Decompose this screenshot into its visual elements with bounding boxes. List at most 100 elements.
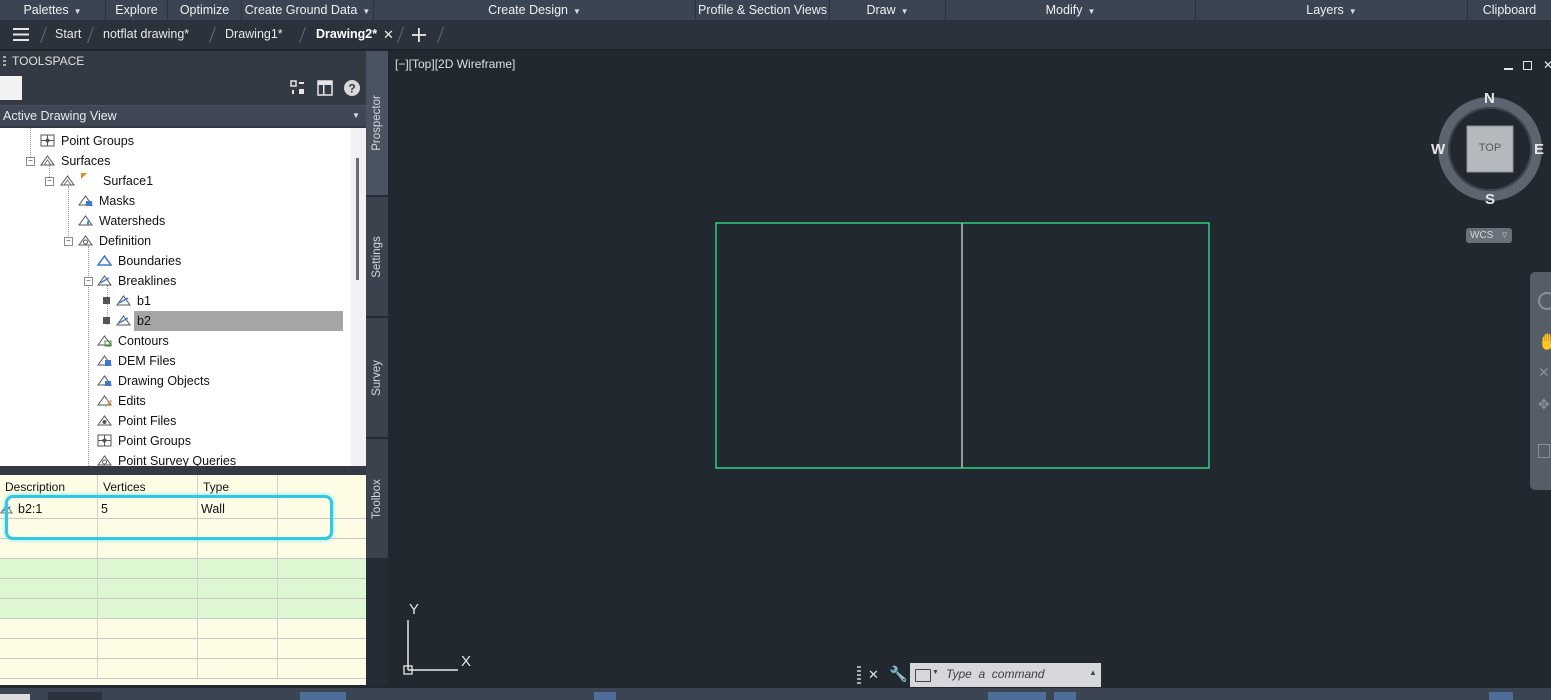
side-tab-label: Settings — [371, 235, 383, 278]
table-row[interactable] — [0, 659, 366, 679]
ribbon-modify-panel[interactable]: Modify ▼ — [946, 0, 1196, 20]
layout-tab[interactable] — [48, 692, 102, 700]
table-row[interactable] — [0, 559, 366, 579]
tab-drawing2[interactable]: Drawing2* — [316, 20, 377, 49]
showmotion-icon[interactable] — [1538, 444, 1550, 458]
pan-icon[interactable]: ✋ — [1538, 332, 1551, 352]
surface-icon — [40, 155, 55, 166]
point-files-icon — [97, 415, 112, 426]
side-tab-label: Prospector — [371, 95, 383, 151]
tree-item-label: Point Files — [118, 414, 177, 428]
tree-item-point-files[interactable]: Point Files — [97, 411, 176, 431]
item-view-icon[interactable] — [290, 80, 306, 96]
column-header-vertices[interactable]: Vertices — [98, 475, 198, 496]
side-tab-prospector[interactable]: Prospector — [366, 51, 388, 197]
command-line-close-icon[interactable]: ✕ — [868, 667, 879, 683]
tree-item-point-survey-queries[interactable]: Point Survey Queries — [97, 451, 236, 466]
table-row[interactable] — [0, 539, 366, 559]
tree-item-contours[interactable]: Contours — [97, 331, 169, 351]
toolspace-toggle-button[interactable] — [0, 76, 22, 100]
tree-item-b1[interactable]: b1 — [103, 291, 151, 311]
table-row[interactable] — [0, 579, 366, 599]
ribbon-palettes-panel[interactable]: Palettes ▼ — [0, 0, 106, 20]
status-toggle[interactable] — [1489, 692, 1513, 700]
application-menu-button[interactable] — [12, 20, 30, 49]
toolspace-title-bar[interactable]: TOOLSPACE — [0, 51, 366, 72]
view-selector-dropdown[interactable]: Active Drawing View ▼ — [0, 105, 366, 126]
tab-separator — [437, 27, 444, 43]
side-tab-survey[interactable]: Survey — [366, 318, 388, 439]
list-view-icon[interactable] — [317, 80, 333, 96]
customize-wrench-icon[interactable]: 🔧 — [889, 665, 908, 683]
ribbon-draw-panel[interactable]: Draw ▼ — [830, 0, 946, 20]
compass-east-label[interactable]: E — [1534, 141, 1544, 158]
navigation-bar[interactable]: ✋ ✕ ✥ — [1530, 272, 1551, 490]
tree-item-dem-files[interactable]: DEM Files — [97, 351, 176, 371]
ribbon-explore-panel[interactable]: Explore — [106, 0, 168, 20]
ribbon-create-design-panel[interactable]: Create Design ▼ — [374, 0, 696, 20]
tree-item-point-groups-def[interactable]: Point Groups — [97, 431, 191, 451]
column-header-empty[interactable] — [278, 475, 366, 496]
collapse-icon[interactable]: − — [45, 177, 54, 186]
ribbon-profile-section-views-panel[interactable]: Profile & Section Views — [696, 0, 830, 20]
side-tab-settings[interactable]: Settings — [366, 197, 388, 318]
compass-south-label[interactable]: S — [1485, 191, 1495, 208]
tree-item-drawing-objects[interactable]: Drawing Objects — [97, 371, 210, 391]
tree-item-watersheds[interactable]: Watersheds — [78, 211, 165, 231]
collapse-icon[interactable]: − — [26, 157, 35, 166]
cell-empty — [198, 579, 278, 599]
help-icon[interactable]: ? — [343, 79, 361, 97]
ribbon-create-ground-data-panel[interactable]: Create Ground Data ▼ — [242, 0, 374, 20]
command-input-field[interactable]: ▼ Type a command ▲ — [910, 663, 1101, 687]
column-header-type[interactable]: Type — [198, 475, 278, 496]
tab-drawing1[interactable]: Drawing1* — [225, 20, 283, 49]
tree-scrollbar-thumb[interactable] — [356, 158, 359, 280]
table-row[interactable] — [0, 639, 366, 659]
tree-item-breaklines[interactable]: Breaklines — [97, 271, 176, 291]
orbit-icon[interactable]: ✥ — [1538, 396, 1550, 413]
command-prompt-icon[interactable] — [915, 669, 931, 682]
tab-notflat-drawing[interactable]: notflat drawing* — [103, 20, 189, 49]
status-toggle[interactable] — [988, 692, 1046, 700]
tree-item-masks[interactable]: Masks — [78, 191, 135, 211]
tree-item-edits[interactable]: Edits — [97, 391, 146, 411]
collapse-icon[interactable]: − — [84, 277, 93, 286]
svg-text:?: ? — [348, 82, 355, 96]
status-toggle[interactable] — [300, 692, 346, 700]
tree-item-boundaries[interactable]: Boundaries — [97, 251, 181, 271]
column-header-description[interactable]: Description — [0, 475, 98, 496]
table-row[interactable] — [0, 619, 366, 639]
table-row[interactable] — [0, 599, 366, 619]
cell-empty — [198, 539, 278, 559]
viewcube-top-face[interactable]: TOP — [1467, 142, 1513, 154]
tree-item-definition[interactable]: Definition — [78, 231, 151, 251]
tree-item-point-groups[interactable]: Point Groups — [40, 131, 134, 151]
collapse-icon[interactable]: − — [64, 237, 73, 246]
tree-item-b2-selected[interactable]: b2 — [103, 311, 347, 331]
tree-scrollbar[interactable] — [351, 128, 366, 466]
status-toggle[interactable] — [1054, 692, 1076, 700]
compass-north-label[interactable]: N — [1484, 90, 1495, 107]
command-history-arrow-icon[interactable]: ▲ — [1089, 668, 1097, 677]
model-tab[interactable] — [0, 694, 30, 700]
wcs-menu-button[interactable]: WCS ▽ — [1466, 228, 1512, 243]
tree-item-label: Point Groups — [61, 134, 134, 148]
command-line-grip-icon[interactable] — [857, 666, 861, 684]
tree-item-surfaces[interactable]: Surfaces — [40, 151, 110, 171]
side-tab-toolbox[interactable]: Toolbox — [366, 439, 388, 560]
full-navigation-wheel-icon[interactable] — [1538, 292, 1551, 310]
zoom-extents-icon[interactable]: ✕ — [1538, 364, 1550, 381]
compass-west-label[interactable]: W — [1431, 141, 1445, 158]
panel-splitter[interactable] — [0, 466, 366, 474]
ribbon-clipboard-panel[interactable]: Clipboard — [1468, 0, 1551, 20]
ribbon-layers-panel[interactable]: Layers ▼ — [1196, 0, 1468, 20]
tab-start[interactable]: Start — [55, 20, 81, 49]
drawing-objects-icon — [97, 375, 112, 386]
new-tab-button[interactable] — [411, 20, 429, 49]
close-tab-icon[interactable]: ✕ — [383, 20, 394, 49]
ribbon-optimize-panel[interactable]: Optimize — [168, 0, 242, 20]
viewcube[interactable]: TOP N S W E — [1431, 90, 1546, 210]
grip-icon — [3, 56, 6, 67]
tree-item-surface1[interactable]: Surface1 — [60, 171, 153, 191]
status-toggle[interactable] — [594, 692, 616, 700]
